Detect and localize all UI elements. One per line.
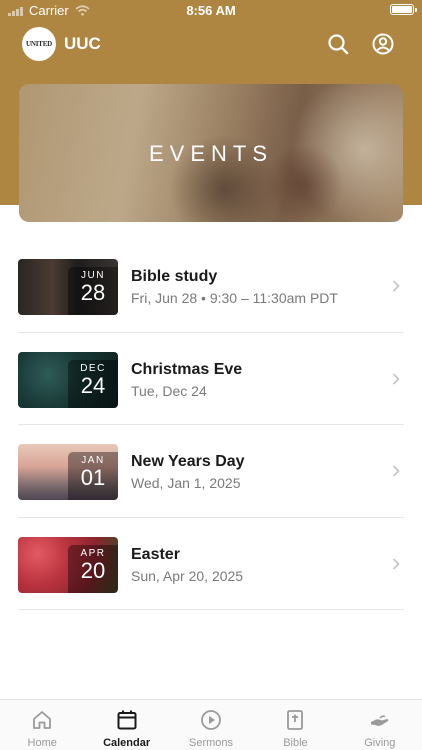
chevron-right-icon bbox=[392, 557, 400, 570]
event-title: Christmas Eve bbox=[131, 360, 243, 378]
hero-title: EVENTS bbox=[148, 141, 274, 166]
event-day: 28 bbox=[80, 280, 106, 305]
status-time: 8:56 AM bbox=[186, 3, 236, 18]
event-title: Bible study bbox=[131, 268, 218, 285]
event-date-badge: JAN 01 bbox=[68, 452, 118, 500]
event-row-bible-study[interactable]: JUN 28 Bible study Fri, Jun 28 • 9:30 – … bbox=[18, 240, 404, 333]
app-title: UUC bbox=[64, 34, 101, 53]
giving-icon bbox=[370, 715, 389, 726]
event-thumbnail: DEC 24 bbox=[18, 351, 118, 408]
user-icon bbox=[372, 33, 394, 55]
event-thumbnail: JUN 28 bbox=[18, 259, 118, 315]
event-date-badge: JUN 28 bbox=[68, 267, 118, 315]
event-month: APR bbox=[80, 547, 106, 559]
event-date-badge: DEC 24 bbox=[68, 359, 118, 408]
chevron-right-icon bbox=[392, 280, 400, 292]
event-date-text: Fri, Jun 28 • 9:30 – 11:30am PDT bbox=[131, 290, 338, 306]
tab-label: Giving bbox=[364, 737, 396, 749]
event-date-text: Tue, Dec 24 bbox=[131, 382, 207, 399]
app-bar: UNITED UUC bbox=[0, 25, 422, 63]
church-logo[interactable]: UNITED bbox=[22, 27, 56, 61]
event-day: 01 bbox=[80, 465, 106, 490]
event-day: 24 bbox=[80, 372, 106, 398]
event-date-text: Sun, Apr 20, 2025 bbox=[131, 567, 244, 584]
event-title: New Years Day bbox=[131, 453, 245, 470]
event-thumbnail: APR 20 bbox=[18, 536, 118, 593]
event-title: Easter bbox=[131, 545, 180, 563]
logo-text: UNITED bbox=[25, 40, 53, 48]
event-row-christmas-eve[interactable]: DEC 24 Christmas Eve Tue, Dec 24 bbox=[18, 333, 404, 425]
bible-icon bbox=[287, 710, 304, 730]
event-row-easter[interactable]: APR 20 Easter Sun, Apr 20, 2025 bbox=[18, 518, 404, 610]
event-row-new-years-day[interactable]: JAN 01 New Years Day Wed, Jan 1, 2025 bbox=[18, 425, 404, 518]
play-icon bbox=[201, 710, 221, 730]
event-date-text: Wed, Jan 1, 2025 bbox=[131, 475, 241, 491]
tab-label: Home bbox=[27, 737, 57, 749]
status-bar: Carrier 8:56 AM bbox=[0, 0, 422, 22]
bottom-tab-bar: Home Calendar Sermons Bible Giving bbox=[0, 699, 422, 750]
tab-giving[interactable]: Giving bbox=[338, 700, 422, 750]
tab-label: Bible bbox=[283, 737, 308, 749]
tab-bible[interactable]: Bible bbox=[253, 700, 337, 750]
battery-icon bbox=[390, 4, 417, 15]
calendar-icon bbox=[117, 710, 137, 730]
tab-home[interactable]: Home bbox=[0, 700, 84, 750]
home-icon bbox=[33, 711, 52, 729]
event-day: 20 bbox=[80, 557, 106, 583]
event-date-badge: APR 20 bbox=[68, 544, 118, 593]
tab-sermons[interactable]: Sermons bbox=[169, 700, 253, 750]
tab-label: Calendar bbox=[103, 737, 151, 749]
chevron-right-icon bbox=[392, 465, 400, 477]
search-icon bbox=[328, 34, 349, 55]
events-list: JUN 28 Bible study Fri, Jun 28 • 9:30 – … bbox=[18, 240, 404, 610]
event-month: DEC bbox=[80, 362, 106, 374]
events-hero-banner: EVENTS bbox=[19, 84, 403, 222]
profile-button[interactable] bbox=[370, 31, 396, 57]
search-button[interactable] bbox=[325, 31, 351, 57]
event-thumbnail: JAN 01 bbox=[18, 444, 118, 500]
tab-calendar[interactable]: Calendar bbox=[84, 700, 168, 750]
tab-label: Sermons bbox=[189, 737, 234, 749]
chevron-right-icon bbox=[392, 372, 400, 385]
